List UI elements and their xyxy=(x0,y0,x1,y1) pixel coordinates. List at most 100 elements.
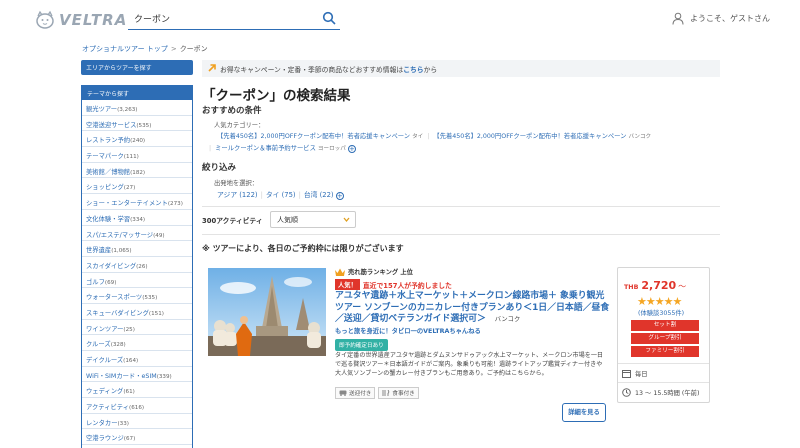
divider xyxy=(618,382,709,383)
sidebar-theme-label: 美術館／博物館 xyxy=(86,168,131,176)
departure-asia[interactable]: アジア (122) xyxy=(217,191,258,199)
sidebar-theme-item[interactable]: 美術館／博物館(182) xyxy=(82,163,192,179)
sidebar-theme-item[interactable]: ワインツアー(25) xyxy=(82,320,192,336)
meal-icon xyxy=(382,390,390,396)
sidebar-theme-item[interactable]: ショー・エンターテイメント(273) xyxy=(82,194,192,210)
sidebar-theme-item[interactable]: 空港ラウンジ(67) xyxy=(82,429,192,446)
logo-text: VELTRA xyxy=(59,11,128,29)
tour-title-link[interactable]: アユタヤ遺跡＋水上マーケット＋メークロン線路市場＋ 象乗り観光ツアー ソンブーン… xyxy=(335,291,610,326)
popular-category-label: 人気カテゴリー： xyxy=(214,122,265,129)
sidebar-theme-item[interactable]: 世界遺産(1,065) xyxy=(82,241,192,257)
sidebar-theme-item[interactable]: アクティビティ(616) xyxy=(82,398,192,414)
mascot-icon xyxy=(36,10,54,29)
expand-plus-icon[interactable]: + xyxy=(347,145,356,153)
tour-image[interactable] xyxy=(208,268,326,356)
schedule-info: 毎日 xyxy=(622,369,648,378)
divider xyxy=(618,363,709,364)
tour-description: タイ定番の世界遺産アユタヤ遺跡とダムヌンサドゥアック水上マーケット、メークロン市… xyxy=(335,352,604,377)
sidebar-theme-item[interactable]: スカイダイビング(26) xyxy=(82,257,192,273)
departure-thailand[interactable]: タイ (75) xyxy=(266,191,296,199)
crown-icon xyxy=(335,268,345,276)
sidebar-theme-count: (27) xyxy=(123,185,136,192)
sidebar-theme-count: (1,065) xyxy=(111,248,132,255)
popular-link-1[interactable]: 【先着450名】2,000円OFFクーポン配布中！若者応援キャンペーン タイ xyxy=(217,133,423,140)
search-input[interactable] xyxy=(128,13,308,24)
sidebar-theme-count: (535) xyxy=(136,122,152,129)
sidebar-theme-label: ワインツアー xyxy=(86,325,124,333)
recommended-title: おすすめの条件 xyxy=(202,106,262,116)
sidebar-theme-count: (616) xyxy=(129,405,145,412)
sidebar-theme-count: (164) xyxy=(123,358,139,364)
sidebar-theme-item[interactable]: ウォータースポーツ(535) xyxy=(82,288,192,304)
campaign-link[interactable]: こちら xyxy=(403,66,423,74)
divider xyxy=(202,206,720,207)
sidebar-theme-label: 空港送迎サービス xyxy=(86,121,137,129)
sidebar-theme-label: 観光ツアー xyxy=(86,106,118,113)
popular-link-2[interactable]: 【先着450名】2,000円OFFクーポン配布中！若者応援キャンペーン バンコク xyxy=(433,133,651,140)
bus-icon xyxy=(339,390,347,396)
sidebar-theme-item[interactable]: レンタカー(33) xyxy=(82,414,192,430)
sidebar-theme-item[interactable]: ショッピング(27) xyxy=(82,178,192,195)
sidebar-theme-label: スキューバダイビング xyxy=(86,309,149,317)
popular-link-3[interactable]: ミールクーポン＆事前予約サービス ヨーロッパ xyxy=(215,145,346,152)
sidebar-theme-label: レストラン予約 xyxy=(86,137,131,145)
sidebar-theme-item[interactable]: テーマパーク(111) xyxy=(82,147,192,163)
breadcrumb: オプショナルツアー トップ > クーポン xyxy=(82,44,208,54)
sidebar-theme-label: ウェディング xyxy=(86,388,124,396)
breadcrumb-home-link[interactable]: オプショナルツアー トップ xyxy=(82,45,168,53)
popular-text: 直近で157人が予約しました xyxy=(362,281,452,290)
sidebar-theme-item[interactable]: クルーズ(328) xyxy=(82,335,192,351)
search-bar xyxy=(128,8,340,30)
departure-links: アジア (122) | タイ (75) | 台湾 (22) + xyxy=(217,191,344,200)
departure-taiwan[interactable]: 台湾 (22) xyxy=(304,191,334,199)
header: VELTRA ようこそ、ゲストさん xyxy=(0,0,800,38)
sidebar-theme-item[interactable]: 文化体験・学習(334) xyxy=(82,210,192,226)
sidebar-theme-count: (328) xyxy=(110,342,126,349)
instant-confirm-badge: 即予約確定日あり xyxy=(335,339,388,351)
area-search-button[interactable]: エリアからツアーを探す xyxy=(81,60,193,75)
sidebar-theme-label: ウォータースポーツ xyxy=(86,294,143,302)
sidebar-theme-label: クルーズ xyxy=(86,341,111,349)
sidebar-theme-item[interactable]: ゴルフ(69) xyxy=(82,273,192,289)
set-discount-badge: セット割 xyxy=(631,320,699,331)
sort-select[interactable]: 人気順 xyxy=(270,211,356,228)
campaign-banner: お得なキャンペーン・定番・季節の商品などおすすめ情報はこちらから xyxy=(202,60,720,77)
family-discount-badge: ファミリー割引 xyxy=(631,346,699,357)
theme-panel-header: テーマから探す xyxy=(82,86,192,100)
tag-transfer: 送迎付き xyxy=(335,387,376,399)
sidebar-theme-count: (49) xyxy=(153,232,165,239)
sidebar-theme-item[interactable]: レストラン予約(240) xyxy=(82,131,192,148)
departure-plus-icon[interactable]: + xyxy=(335,192,344,200)
sidebar-theme-count: (69) xyxy=(104,279,117,286)
detail-button[interactable]: 詳細を見る xyxy=(562,403,606,422)
sidebar-theme-count: (535) xyxy=(142,295,158,302)
sidebar-theme-count: (111) xyxy=(123,154,139,161)
sidebar-theme-item[interactable]: 観光ツアー(3,263) xyxy=(82,100,192,116)
review-count-link[interactable]: (体験談3055件) xyxy=(638,308,684,317)
popular-badge: 人気！ xyxy=(335,279,360,290)
user-menu[interactable]: ようこそ、ゲストさん xyxy=(672,12,770,25)
price: THB 2,720 〜 xyxy=(624,279,687,292)
sidebar-theme-item[interactable]: ウェディング(61) xyxy=(82,382,192,399)
theme-panel: テーマから探す 観光ツアー(3,263) 空港送迎サービス(535) レストラン予約… xyxy=(81,85,193,448)
sidebar-theme-item[interactable]: WiFi・SIMカード・eSIM(339) xyxy=(82,367,192,383)
search-icon[interactable] xyxy=(322,11,336,25)
sidebar-theme-label: WiFi・SIMカード・eSIM xyxy=(86,372,157,380)
sidebar-theme-item[interactable]: デイクルーズ(164) xyxy=(82,351,192,367)
group-discount-badge: グループ割引 xyxy=(631,333,699,344)
sidebar-theme-item[interactable]: 空港送迎サービス(535) xyxy=(82,116,192,132)
sidebar-theme-count: (3,263) xyxy=(117,107,138,113)
tour-subtitle-link[interactable]: もっと旅を身近に！タビロ一のVELTRAちゃんねる xyxy=(335,326,481,335)
sort-value: 人気順 xyxy=(277,216,298,224)
sidebar-theme-item[interactable]: スパ/エステ/マッサージ(49) xyxy=(82,226,192,242)
campaign-text: お得なキャンペーン・定番・季節の商品などおすすめ情報は xyxy=(220,66,404,74)
calendar-icon xyxy=(622,370,631,378)
sidebar-theme-count: (240) xyxy=(130,138,146,145)
sidebar-theme-item[interactable]: スキューバダイビング(151) xyxy=(82,304,192,320)
sidebar-theme-count: (182) xyxy=(130,169,146,176)
sidebar-theme-label: レンタカー xyxy=(86,419,118,427)
veltra-logo[interactable]: VELTRA xyxy=(34,9,127,31)
sidebar-theme-label: 文化体験・学習 xyxy=(86,215,131,223)
breadcrumb-current: クーポン xyxy=(179,45,208,53)
sidebar-theme-label: ショッピング xyxy=(86,184,124,192)
